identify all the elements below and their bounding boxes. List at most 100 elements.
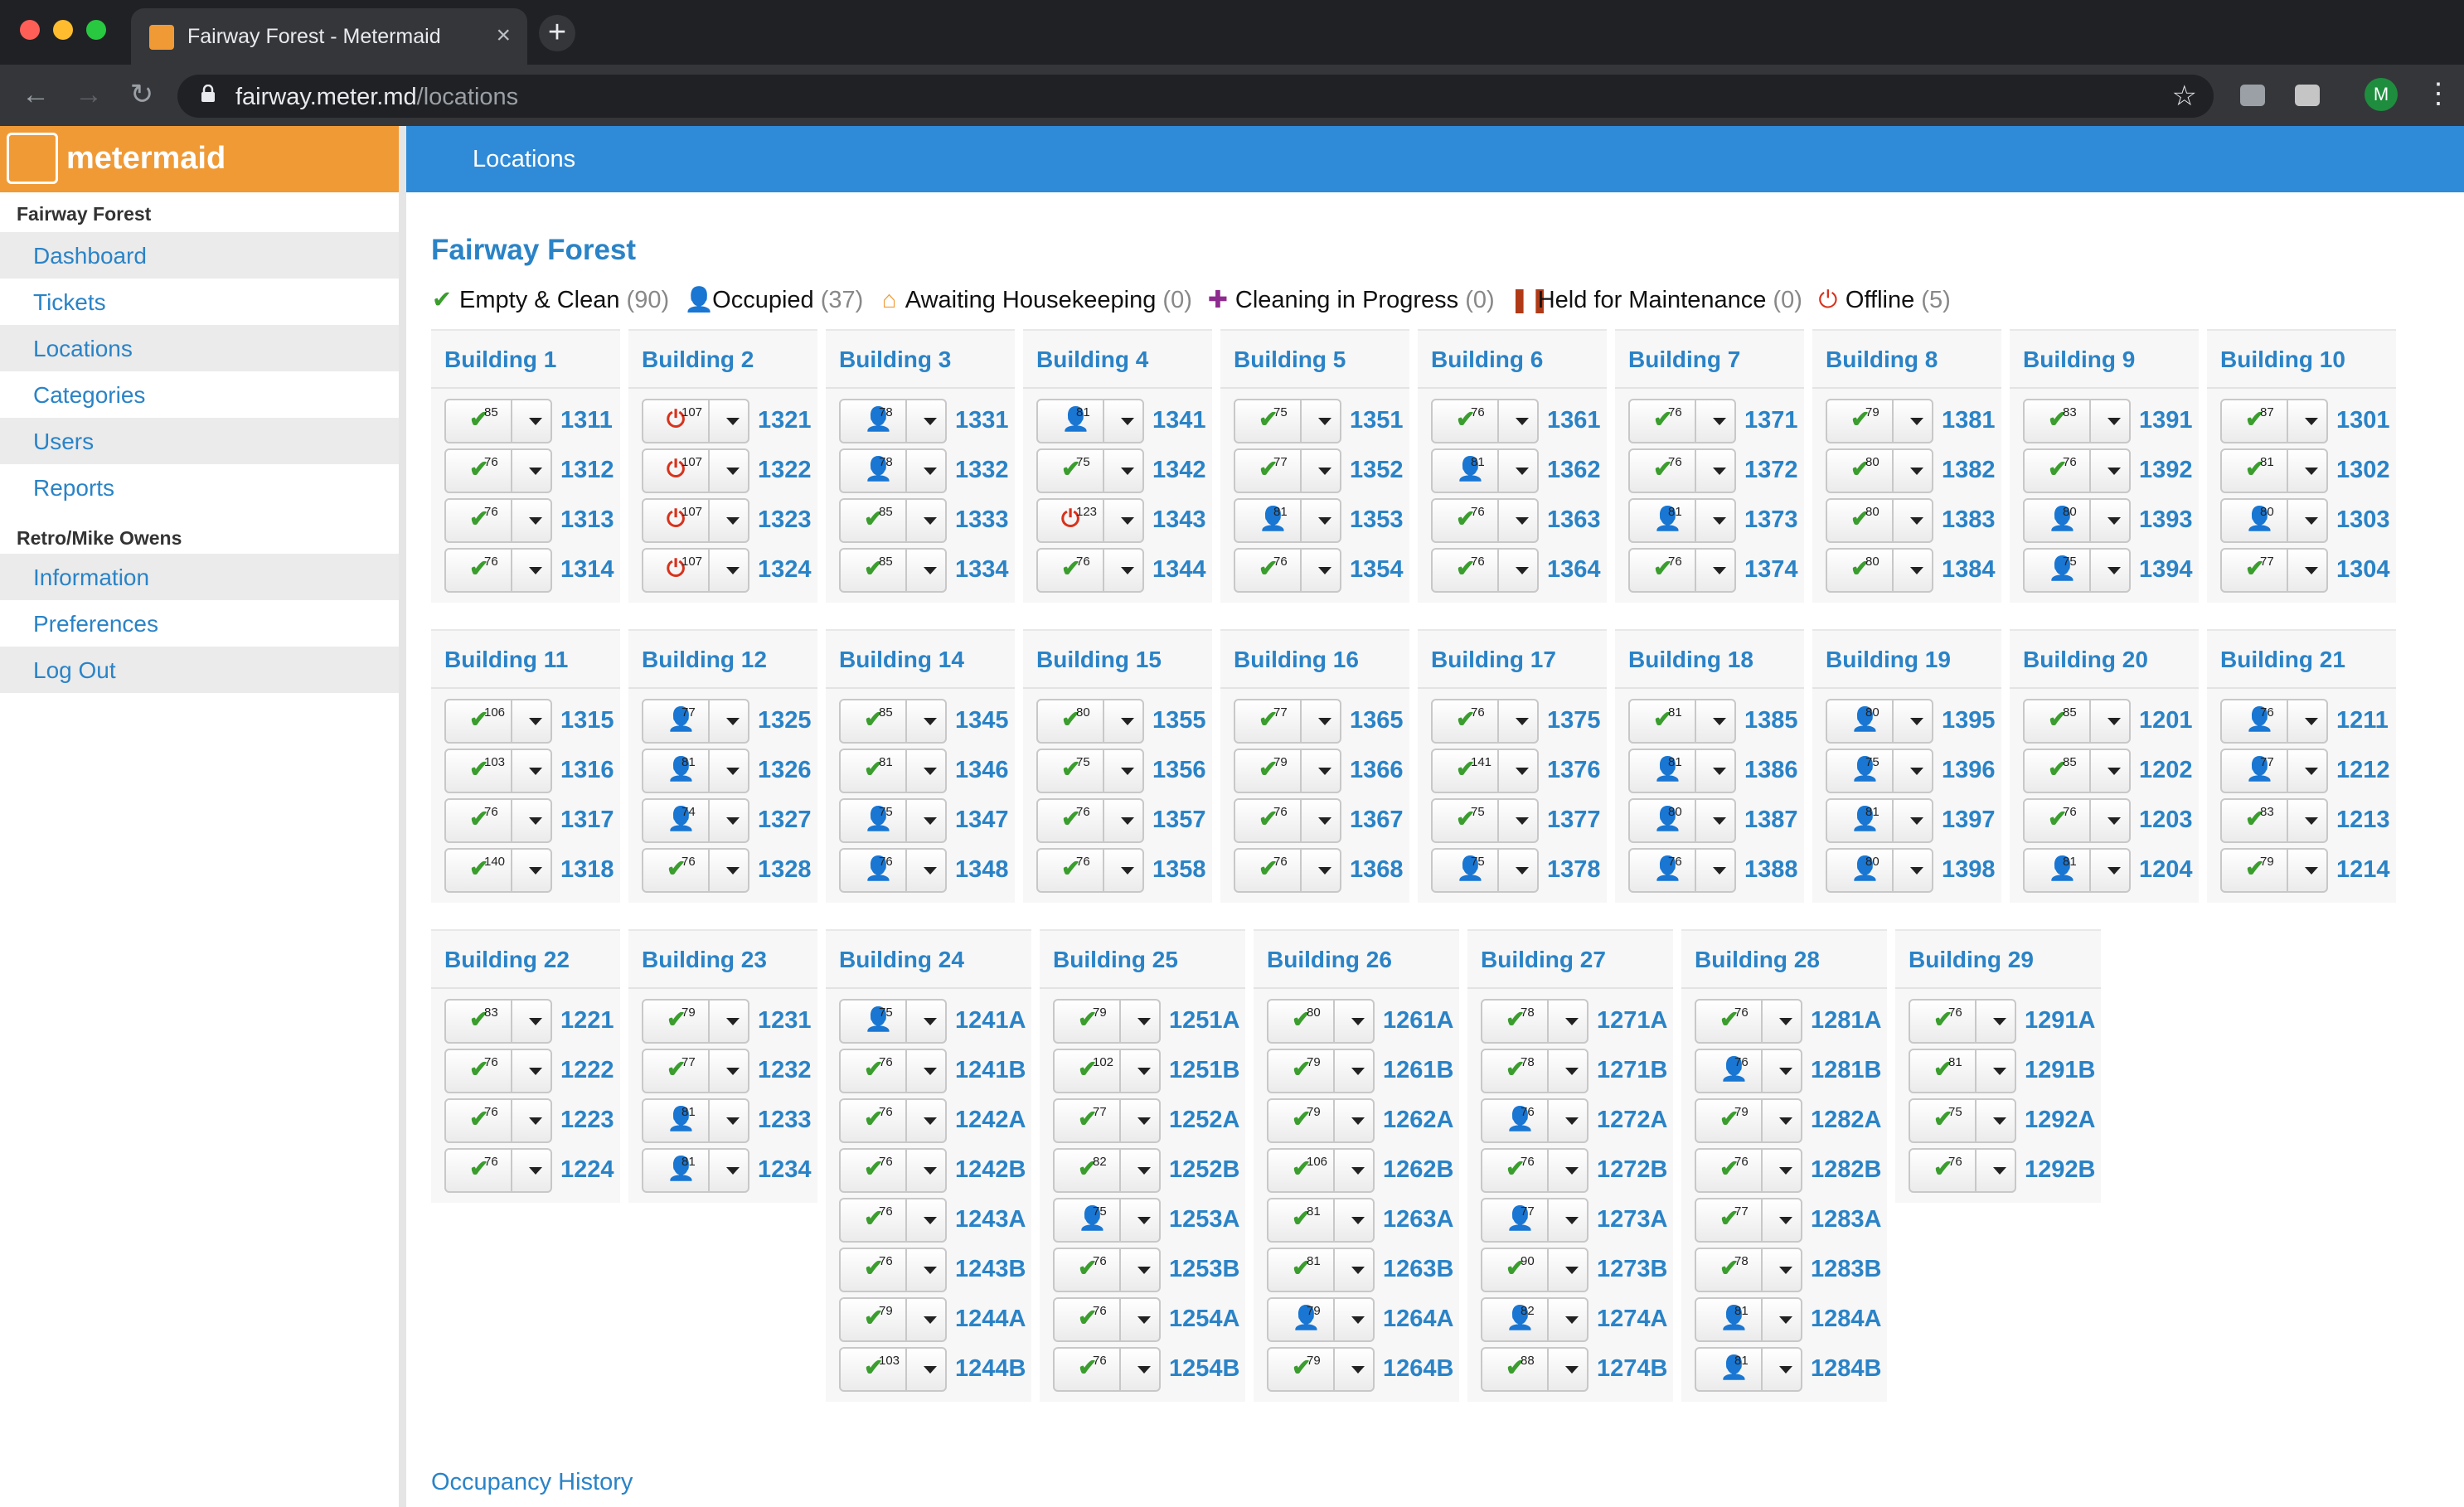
building-name[interactable]: Building 29 xyxy=(1895,931,2101,989)
caret-down-icon[interactable] xyxy=(1713,468,1726,475)
unit-status-dropdown[interactable]: ✔ 85 xyxy=(2023,749,2131,793)
unit-status-dropdown[interactable]: ✔ 76 xyxy=(444,798,552,843)
minimize-window-icon[interactable] xyxy=(53,20,73,40)
unit-status-dropdown[interactable]: 👤 74 xyxy=(642,798,749,843)
caret-down-icon[interactable] xyxy=(2305,817,2318,825)
unit-number-link[interactable]: 1327 xyxy=(758,807,812,834)
unit-status-dropdown[interactable]: ✔ 79 xyxy=(1826,399,1933,443)
building-name[interactable]: Building 27 xyxy=(1467,931,1673,989)
building-name[interactable]: Building 6 xyxy=(1418,331,1607,389)
unit-number-link[interactable]: 1347 xyxy=(955,807,1009,834)
unit-status-dropdown[interactable]: ✔ 106 xyxy=(1267,1148,1375,1193)
unit-status-dropdown[interactable]: ✔ 76 xyxy=(1909,999,2016,1044)
caret-down-icon[interactable] xyxy=(726,517,740,525)
unit-status-dropdown[interactable]: 👤 81 xyxy=(642,1148,749,1193)
caret-down-icon[interactable] xyxy=(1121,718,1134,725)
unit-number-link[interactable]: 1233 xyxy=(758,1107,812,1134)
caret-down-icon[interactable] xyxy=(1516,718,1529,725)
unit-number-link[interactable]: 1224 xyxy=(560,1156,614,1184)
unit-status-dropdown[interactable]: ✔ 78 xyxy=(1695,1248,1802,1292)
extension-incognito-icon[interactable] xyxy=(2295,85,2320,106)
unit-status-dropdown[interactable]: 👤 76 xyxy=(839,848,947,893)
caret-down-icon[interactable] xyxy=(1516,468,1529,475)
building-name[interactable]: Building 28 xyxy=(1681,931,1887,989)
caret-down-icon[interactable] xyxy=(1351,1217,1365,1224)
unit-status-dropdown[interactable]: ✔ 80 xyxy=(1267,999,1375,1044)
caret-down-icon[interactable] xyxy=(1993,1018,2006,1025)
unit-number-link[interactable]: 1325 xyxy=(758,707,812,734)
unit-status-dropdown[interactable]: 👤 82 xyxy=(1481,1297,1589,1342)
unit-number-link[interactable]: 1271B xyxy=(1597,1057,1667,1084)
caret-down-icon[interactable] xyxy=(924,1068,937,1075)
unit-number-link[interactable]: 1273A xyxy=(1597,1206,1667,1233)
building-name[interactable]: Building 7 xyxy=(1615,331,1804,389)
unit-number-link[interactable]: 1231 xyxy=(758,1007,812,1035)
unit-number-link[interactable]: 1387 xyxy=(1744,807,1798,834)
caret-down-icon[interactable] xyxy=(726,1167,740,1175)
unit-status-dropdown[interactable]: ✔ 76 xyxy=(839,1248,947,1292)
unit-status-dropdown[interactable]: ✔ 80 xyxy=(1826,498,1933,543)
unit-status-dropdown[interactable]: 👤 77 xyxy=(642,699,749,744)
unit-status-dropdown[interactable]: ✔ 76 xyxy=(1431,399,1539,443)
unit-number-link[interactable]: 1396 xyxy=(1942,757,1996,784)
new-tab-button[interactable]: + xyxy=(539,15,575,51)
caret-down-icon[interactable] xyxy=(2107,768,2121,775)
unit-status-dropdown[interactable]: ✔ 85 xyxy=(839,699,947,744)
forward-icon[interactable]: → xyxy=(68,75,109,116)
caret-down-icon[interactable] xyxy=(1351,1068,1365,1075)
unit-number-link[interactable]: 1318 xyxy=(560,856,614,884)
unit-number-link[interactable]: 1214 xyxy=(2336,856,2390,884)
caret-down-icon[interactable] xyxy=(2305,867,2318,875)
unit-number-link[interactable]: 1322 xyxy=(758,457,812,484)
caret-down-icon[interactable] xyxy=(1137,1316,1151,1324)
unit-number-link[interactable]: 1342 xyxy=(1152,457,1206,484)
caret-down-icon[interactable] xyxy=(1121,418,1134,425)
caret-down-icon[interactable] xyxy=(924,1217,937,1224)
unit-status-dropdown[interactable]: 👤 75 xyxy=(839,798,947,843)
unit-status-dropdown[interactable]: 👤 75 xyxy=(1053,1198,1161,1243)
unit-number-link[interactable]: 1354 xyxy=(1350,556,1404,584)
caret-down-icon[interactable] xyxy=(1779,1267,1792,1274)
caret-down-icon[interactable] xyxy=(1565,1167,1579,1175)
unit-number-link[interactable]: 1202 xyxy=(2139,757,2193,784)
caret-down-icon[interactable] xyxy=(1351,1167,1365,1175)
unit-status-dropdown[interactable]: ✔ 79 xyxy=(1267,1347,1375,1392)
caret-down-icon[interactable] xyxy=(2107,817,2121,825)
building-name[interactable]: Building 2 xyxy=(628,331,817,389)
unit-status-dropdown[interactable]: ✔ 76 xyxy=(1431,498,1539,543)
unit-status-dropdown[interactable]: ✔ 81 xyxy=(1267,1198,1375,1243)
caret-down-icon[interactable] xyxy=(1318,567,1331,574)
unit-number-link[interactable]: 1283A xyxy=(1811,1206,1881,1233)
unit-status-dropdown[interactable]: ✔ 81 xyxy=(1909,1049,2016,1093)
caret-down-icon[interactable] xyxy=(726,1018,740,1025)
unit-status-dropdown[interactable]: ✔ 77 xyxy=(2220,548,2328,593)
unit-number-link[interactable]: 1334 xyxy=(955,556,1009,584)
unit-number-link[interactable]: 1283B xyxy=(1811,1256,1881,1283)
occupancy-history-link[interactable]: Occupancy History xyxy=(431,1469,633,1496)
unit-status-dropdown[interactable]: ✔ 81 xyxy=(839,749,947,793)
unit-status-dropdown[interactable]: ✔ 76 xyxy=(642,848,749,893)
unit-number-link[interactable]: 1375 xyxy=(1547,707,1601,734)
unit-status-dropdown[interactable]: ✔ 102 xyxy=(1053,1049,1161,1093)
unit-status-dropdown[interactable]: ✔ 76 xyxy=(444,498,552,543)
unit-number-link[interactable]: 1211 xyxy=(2336,707,2389,734)
caret-down-icon[interactable] xyxy=(1910,817,1923,825)
unit-status-dropdown[interactable]: 👤 76 xyxy=(2220,699,2328,744)
unit-number-link[interactable]: 1346 xyxy=(955,757,1009,784)
unit-number-link[interactable]: 1243B xyxy=(955,1256,1026,1283)
caret-down-icon[interactable] xyxy=(726,418,740,425)
unit-number-link[interactable]: 1331 xyxy=(955,407,1009,434)
unit-status-dropdown[interactable]: ✔ 83 xyxy=(444,999,552,1044)
unit-status-dropdown[interactable]: 👤 75 xyxy=(2023,548,2131,593)
caret-down-icon[interactable] xyxy=(529,817,542,825)
caret-down-icon[interactable] xyxy=(1351,1018,1365,1025)
unit-status-dropdown[interactable]: ✔ 76 xyxy=(1695,999,1802,1044)
unit-status-dropdown[interactable]: 👤 77 xyxy=(1481,1198,1589,1243)
unit-number-link[interactable]: 1282A xyxy=(1811,1107,1881,1134)
caret-down-icon[interactable] xyxy=(726,468,740,475)
unit-status-dropdown[interactable]: ✔ 80 xyxy=(1036,699,1144,744)
caret-down-icon[interactable] xyxy=(2305,567,2318,574)
sidebar-item-categories[interactable]: Categories xyxy=(0,371,399,418)
unit-number-link[interactable]: 1263A xyxy=(1383,1206,1453,1233)
unit-number-link[interactable]: 1314 xyxy=(560,556,614,584)
